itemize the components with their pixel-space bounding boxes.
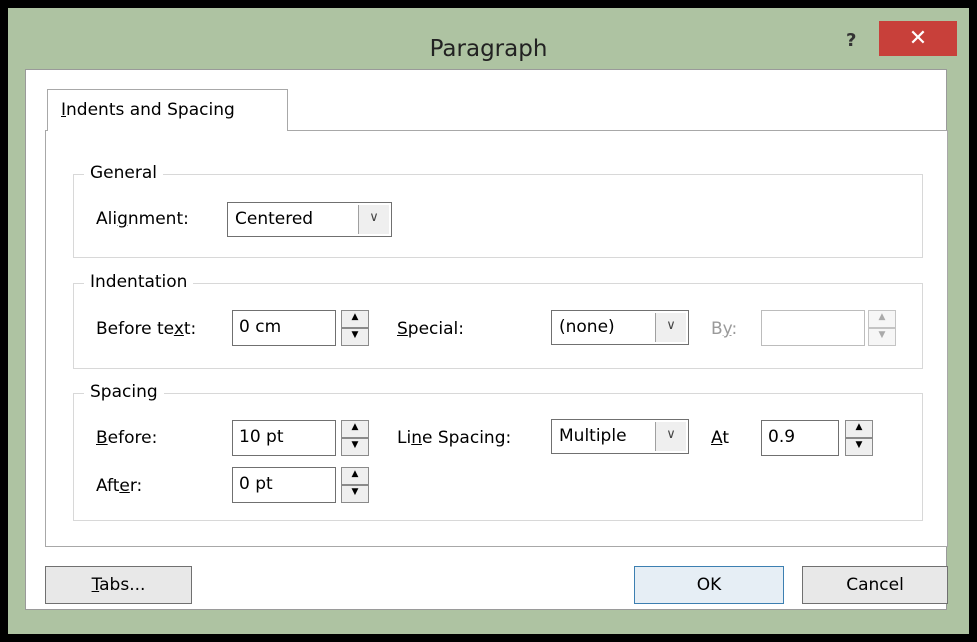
triangle-up-icon: ▲ [351,422,359,432]
by-spin-up[interactable]: ▲ [868,310,896,328]
spacing-after-value: 0 pt [239,474,273,494]
at-spin-up[interactable]: ▲ [845,420,873,438]
dialog-title: Paragraph [429,36,548,62]
alignment-value: Centered [235,209,314,229]
help-button[interactable]: ? [846,30,856,51]
spacing-before-spin-up[interactable]: ▲ [341,420,369,438]
special-dropdown[interactable]: (none) ∨ [551,310,689,345]
before-text-spin-up[interactable]: ▲ [341,310,369,328]
ok-button[interactable]: OK [634,566,784,604]
spacing-group [73,393,923,521]
triangle-up-icon: ▲ [351,312,359,322]
chevron-down-icon: ∨ [655,422,686,451]
tab-indents-and-spacing[interactable]: Indents and Spacing [47,89,288,131]
tab-label: ndents and Spacing [66,100,235,120]
spacing-before-spin-down[interactable]: ▼ [341,438,369,456]
special-value: (none) [559,317,615,337]
triangle-down-icon: ▼ [351,440,359,450]
spacing-after-spin-up[interactable]: ▲ [341,467,369,485]
by-label: By: [711,319,738,339]
spacing-after-input[interactable]: 0 pt [232,467,336,503]
triangle-up-icon: ▲ [351,469,359,479]
triangle-up-icon: ▲ [878,312,886,322]
before-text-spin-down[interactable]: ▼ [341,328,369,346]
triangle-down-icon: ▼ [855,440,863,450]
line-spacing-dropdown[interactable]: Multiple ∨ [551,419,689,454]
triangle-down-icon: ▼ [351,487,359,497]
general-group-title: General [84,163,163,183]
general-group [73,174,923,258]
alignment-dropdown[interactable]: Centered ∨ [227,202,392,237]
at-input[interactable]: 0.9 [761,420,839,456]
spacing-after-spin-down[interactable]: ▼ [341,485,369,503]
indentation-group-title: Indentation [84,272,194,292]
spacing-before-label: Before: [96,428,158,448]
spacing-after-label: After: [96,476,143,496]
before-text-input[interactable]: 0 cm [232,310,336,346]
spacing-before-input[interactable]: 10 pt [232,420,336,456]
triangle-down-icon: ▼ [351,330,359,340]
cancel-button[interactable]: Cancel [802,566,948,604]
by-spin-down[interactable]: ▼ [868,328,896,346]
triangle-down-icon: ▼ [878,330,886,340]
special-label: Special: [397,319,464,339]
chevron-down-icon: ∨ [655,313,686,342]
alignment-label: Alignment: [96,209,189,229]
at-spin-down[interactable]: ▼ [845,438,873,456]
by-input[interactable] [761,310,865,346]
chevron-down-icon: ∨ [358,205,389,234]
spacing-group-title: Spacing [84,382,164,402]
close-icon: ✕ [908,26,928,51]
line-spacing-label: Line Spacing: [397,428,512,448]
before-text-label: Before text: [96,319,197,339]
close-button[interactable]: ✕ [879,21,957,56]
at-label: At [711,428,730,448]
line-spacing-value: Multiple [559,426,627,446]
triangle-up-icon: ▲ [855,422,863,432]
spacing-before-value: 10 pt [239,427,284,447]
at-value: 0.9 [768,427,796,447]
before-text-value: 0 cm [239,317,282,337]
tabs-button[interactable]: Tabs... [45,566,192,604]
